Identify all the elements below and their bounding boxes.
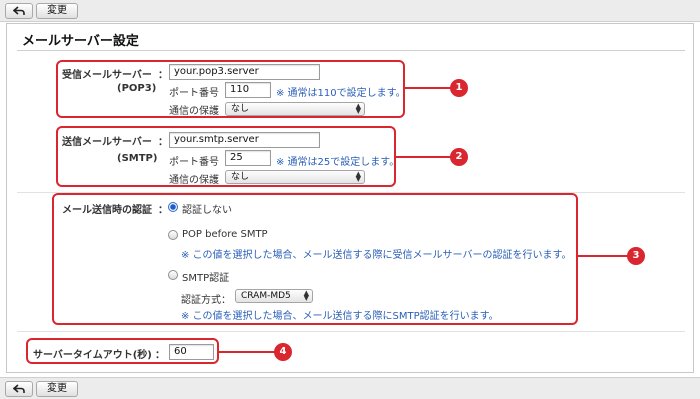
change-button[interactable]: 変更 xyxy=(36,381,78,397)
back-button[interactable] xyxy=(5,3,33,19)
callout-leader-4 xyxy=(219,351,275,353)
callout-box-2 xyxy=(56,126,396,187)
callout-box-3 xyxy=(52,193,578,325)
callout-box-4 xyxy=(26,338,219,364)
section-divider xyxy=(17,331,685,332)
change-button[interactable]: 変更 xyxy=(36,3,78,19)
title-divider xyxy=(17,50,685,51)
callout-leader-2 xyxy=(396,156,451,158)
callout-badge-3: 3 xyxy=(627,247,645,265)
callout-box-1 xyxy=(56,60,405,118)
top-toolbar: 変更 xyxy=(0,0,700,22)
callout-badge-4: 4 xyxy=(274,343,292,361)
back-arrow-icon xyxy=(12,384,25,393)
callout-leader-1 xyxy=(405,87,451,89)
callout-badge-1: 1 xyxy=(450,79,468,97)
callout-badge-2: 2 xyxy=(450,148,468,166)
back-arrow-icon xyxy=(12,6,25,15)
page-title: メールサーバー設定 xyxy=(22,34,139,49)
bottom-toolbar: 変更 xyxy=(0,377,700,399)
callout-leader-3 xyxy=(578,255,628,257)
back-button[interactable] xyxy=(5,381,33,397)
